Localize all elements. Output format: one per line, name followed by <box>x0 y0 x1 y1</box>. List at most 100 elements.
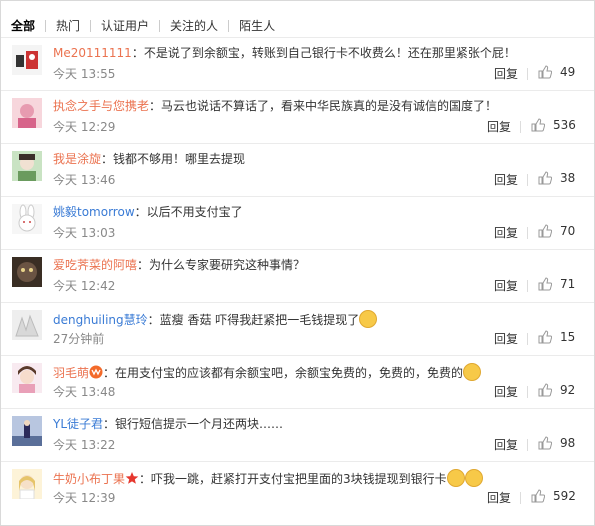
tab-following[interactable]: 关注的人 <box>160 18 228 34</box>
thumbs-up-icon <box>538 383 552 397</box>
reply-button[interactable]: 回复 <box>494 173 518 187</box>
reply-button[interactable]: 回复 <box>494 67 518 81</box>
comment-text: ：马云也说话不算话了，看来中华民族真的是没有诚信的国度了！ <box>149 99 498 113</box>
like-button[interactable]: 92 <box>538 383 575 397</box>
thumbs-up-icon <box>538 171 552 185</box>
comment-time: 今天 13:55 <box>53 67 116 81</box>
comment-time: 今天 13:22 <box>53 438 116 452</box>
tab-hot[interactable]: 热门 <box>46 18 90 34</box>
like-count: 70 <box>560 224 576 238</box>
star-badge-icon <box>125 471 139 485</box>
like-button[interactable]: 71 <box>538 277 575 291</box>
comment-text: ：蓝瘦 香菇 吓得我赶紧把一毛钱提现了 <box>147 313 360 327</box>
reply-button[interactable]: 回复 <box>494 279 518 293</box>
thumbs-up-icon <box>538 330 552 344</box>
member-badge-icon <box>89 365 103 379</box>
username-link[interactable]: 牛奶小布丁果 <box>53 472 125 486</box>
comment-text: ：以后不用支付宝了 <box>134 205 243 219</box>
comment-text: ：吓我一跳，赶紧打开支付宝把里面的3块钱提现到银行卡 <box>139 472 447 486</box>
thumbs-up-icon <box>531 118 545 132</box>
divider <box>527 227 528 239</box>
like-button[interactable]: 536 <box>531 118 576 132</box>
avatar[interactable] <box>12 45 42 75</box>
like-button[interactable]: 592 <box>531 489 576 503</box>
avatar[interactable] <box>12 310 42 340</box>
comment-time: 今天 12:29 <box>53 120 116 134</box>
divider <box>527 68 528 80</box>
avatar[interactable] <box>12 416 42 446</box>
comment-text: ：在用支付宝的应该都有余额宝吧，余额宝免费的，免费的，免费的 <box>103 366 464 380</box>
like-count: 49 <box>560 65 576 79</box>
divider <box>527 333 528 345</box>
comment-item: Me20111111：不是说了到余额宝，转账到自己银行卡不收费么！还在那里紧张个… <box>1 37 594 90</box>
username-link[interactable]: 羽毛萌 <box>53 366 89 380</box>
divider <box>520 492 521 504</box>
username-link[interactable]: denghuiling慧玲 <box>53 313 148 327</box>
username-link[interactable]: 执念之手与您携老 <box>53 99 149 113</box>
like-count: 592 <box>553 489 576 503</box>
tab-strangers[interactable]: 陌生人 <box>229 18 285 34</box>
comment-time: 今天 12:39 <box>53 491 116 505</box>
like-count: 98 <box>560 436 576 450</box>
thumbs-up-icon <box>538 224 552 238</box>
comment-text: ：银行短信提示一个月还两块…… <box>103 417 284 431</box>
divider <box>527 439 528 451</box>
like-count: 536 <box>553 118 576 132</box>
thumbs-up-icon <box>538 277 552 291</box>
avatar[interactable] <box>12 363 42 393</box>
thumbs-up-icon <box>538 65 552 79</box>
smiley-emoji-icon <box>464 469 483 487</box>
comment-item: YL徒子君：银行短信提示一个月还两块…… 今天 13:22 回复 98 <box>1 408 594 461</box>
reply-button[interactable]: 回复 <box>494 385 518 399</box>
comment-list: Me20111111：不是说了到余额宝，转账到自己银行卡不收费么！还在那里紧张个… <box>1 37 594 514</box>
thumbs-up-icon <box>538 436 552 450</box>
reply-button[interactable]: 回复 <box>494 438 518 452</box>
smiley-emoji-icon <box>463 363 482 381</box>
username-link[interactable]: 爱吃荠菜的阿嘻 <box>53 258 137 272</box>
avatar[interactable] <box>12 257 42 287</box>
divider <box>527 386 528 398</box>
avatar[interactable] <box>12 204 42 234</box>
comment-time: 今天 13:46 <box>53 173 116 187</box>
divider <box>520 121 521 133</box>
reply-button[interactable]: 回复 <box>494 332 518 346</box>
like-button[interactable]: 70 <box>538 224 575 238</box>
comment-item: 执念之手与您携老：马云也说话不算话了，看来中华民族真的是没有诚信的国度了！ 今天… <box>1 90 594 143</box>
comment-item: 牛奶小布丁果 ：吓我一跳，赶紧打开支付宝把里面的3块钱提现到银行卡 今天 12:3… <box>1 461 594 514</box>
username-link[interactable]: 姚毅tomorrow <box>53 205 135 219</box>
tab-verified[interactable]: 认证用户 <box>91 18 159 34</box>
username-link[interactable]: 我是涂旋 <box>53 152 101 166</box>
username-link[interactable]: Me20111111 <box>53 46 132 60</box>
like-count: 92 <box>560 383 576 397</box>
divider <box>527 174 528 186</box>
reply-button[interactable]: 回复 <box>487 491 511 505</box>
comment-panel: 全部 热门 认证用户 关注的人 陌生人 Me20111111：不是说了到余额宝，… <box>0 0 595 526</box>
avatar[interactable] <box>12 469 42 499</box>
reply-button[interactable]: 回复 <box>494 226 518 240</box>
comment-text: ：为什么专家要研究这种事情？ <box>137 258 306 272</box>
comment-item: denghuiling慧玲：蓝瘦 香菇 吓得我赶紧把一毛钱提现了 27分钟前 回… <box>1 302 594 355</box>
comment-text: ：钱都不够用！哪里去提现 <box>101 152 246 166</box>
divider <box>527 280 528 292</box>
comment-item: 我是涂旋：钱都不够用！哪里去提现 今天 13:46 回复 38 <box>1 143 594 196</box>
like-count: 71 <box>560 277 576 291</box>
avatar[interactable] <box>12 151 42 181</box>
like-button[interactable]: 49 <box>538 65 575 79</box>
comment-time: 今天 12:42 <box>53 279 116 293</box>
filter-tabs: 全部 热门 认证用户 关注的人 陌生人 <box>11 16 285 36</box>
comment-item: 爱吃荠菜的阿嘻：为什么专家要研究这种事情？ 今天 12:42 回复 71 <box>1 249 594 302</box>
like-count: 15 <box>560 330 576 344</box>
like-count: 38 <box>560 171 576 185</box>
comment-item: 羽毛萌 ：在用支付宝的应该都有余额宝吧，余额宝免费的，免费的，免费的 今天 13:… <box>1 355 594 408</box>
like-button[interactable]: 98 <box>538 436 575 450</box>
comment-time: 今天 13:03 <box>53 226 116 240</box>
comment-time: 27分钟前 <box>53 332 105 346</box>
username-link[interactable]: YL徒子君 <box>53 417 103 431</box>
like-button[interactable]: 38 <box>538 171 575 185</box>
tab-all[interactable]: 全部 <box>11 18 45 34</box>
like-button[interactable]: 15 <box>538 330 575 344</box>
smiley-emoji-icon <box>359 310 378 328</box>
smiley-emoji-icon <box>446 469 465 487</box>
reply-button[interactable]: 回复 <box>487 120 511 134</box>
avatar[interactable] <box>12 98 42 128</box>
